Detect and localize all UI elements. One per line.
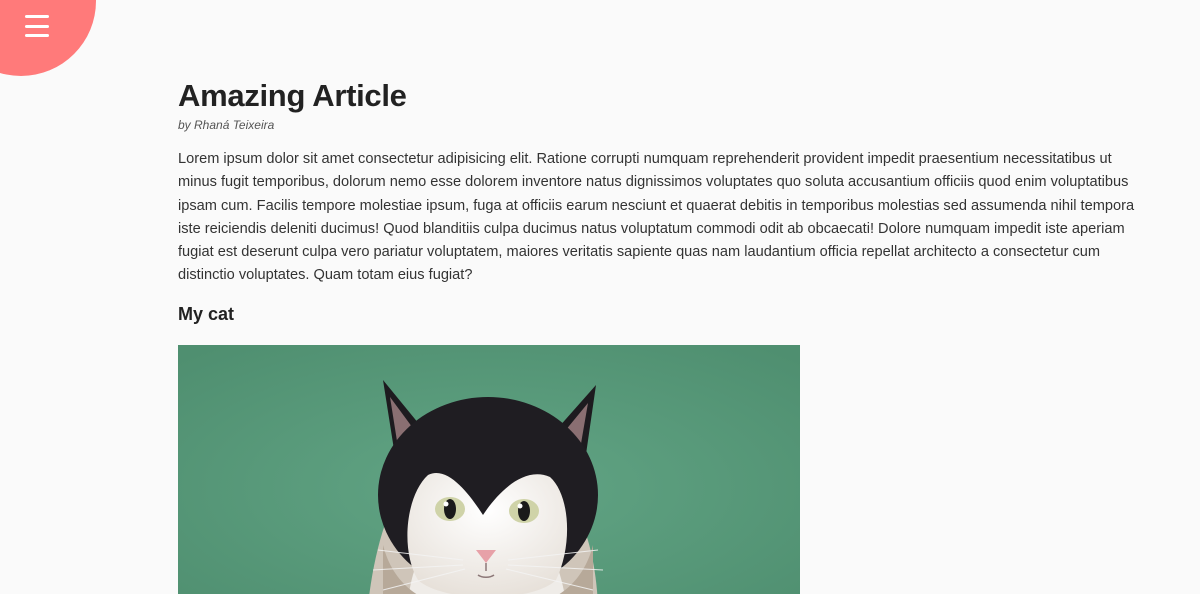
menu-button[interactable] xyxy=(0,0,96,76)
article: Amazing Article by Rhaná Teixeira Lorem … xyxy=(178,76,1150,326)
section-heading: My cat xyxy=(178,303,235,324)
cat-photo xyxy=(178,345,800,594)
article-title: Amazing Article xyxy=(178,78,407,113)
page: Amazing Article by Rhaná Teixeira Lorem … xyxy=(0,0,1200,594)
article-body: Lorem ipsum dolor sit amet consectetur a… xyxy=(178,151,1135,284)
hamburger-menu-icon xyxy=(25,15,49,37)
article-byline: by Rhaná Teixeira xyxy=(178,118,275,132)
